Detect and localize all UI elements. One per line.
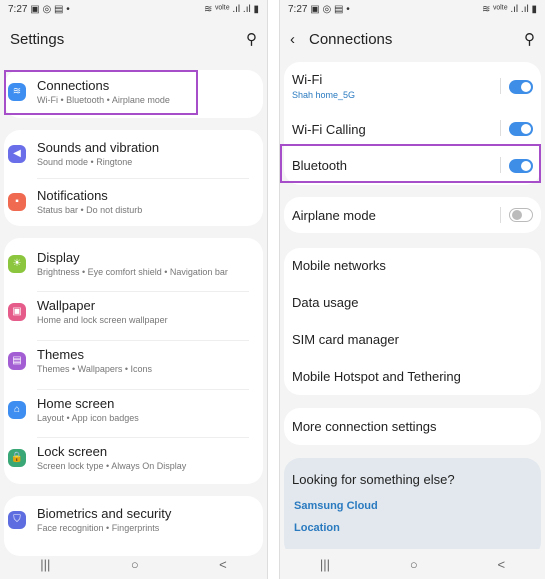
recent-apps-button[interactable]: ||| (40, 557, 50, 572)
item-subtitle: Sound mode • Ringtone (37, 157, 133, 167)
notification-icon: ▪ (8, 192, 26, 211)
nav-bar: ||| ○ < (280, 549, 545, 579)
mobile-networks-item[interactable]: Mobile networks (292, 258, 533, 273)
hotspot-tethering-item[interactable]: Mobile Hotspot and Tethering (292, 369, 533, 384)
nav-bar: ||| ○ < (0, 549, 267, 579)
settings-item-wallpaper[interactable]: ▣ Wallpaper Home and lock screen wallpaper (0, 298, 267, 325)
wifi-item[interactable]: Wi-Fi Shah home_5G (292, 72, 533, 100)
signal-icons: ≋ ᵛᵒˡᵗᵉ .ıl .ıl ▮ (203, 4, 259, 15)
wifi-calling-label: Wi-Fi Calling (292, 122, 366, 137)
recent-apps-button[interactable]: ||| (320, 557, 330, 572)
divider (37, 437, 249, 438)
item-label: Home screen (37, 396, 115, 411)
item-subtitle: Home and lock screen wallpaper (37, 315, 168, 325)
time: 7:27 (8, 4, 28, 15)
settings-item-biometrics-and-security[interactable]: ⛉ Biometrics and security Face recognition… (0, 506, 267, 533)
speaker-icon: ◀ (8, 144, 26, 163)
settings-item-notifications[interactable]: ▪ Notifications Status bar • Do not distur… (0, 188, 267, 215)
item-subtitle: Brightness • Eye comfort shield • Naviga… (37, 267, 228, 277)
back-button[interactable]: < (219, 557, 227, 572)
back-arrow-icon[interactable]: ‹ (290, 31, 295, 48)
airplane-mode-item[interactable]: Airplane mode (292, 208, 533, 223)
item-label: Biometrics and security (37, 506, 172, 521)
divider (37, 340, 249, 341)
samsung-cloud-link[interactable]: Samsung Cloud (294, 500, 378, 512)
search-icon[interactable]: ⚲ (246, 30, 257, 48)
time: 7:27 (288, 4, 308, 15)
item-label: Themes (37, 347, 84, 362)
settings-item-themes[interactable]: ▤ Themes Themes • Wallpapers • Icons (0, 347, 267, 374)
signal-icons: ≋ ᵛᵒˡᵗᵉ .ıl .ıl ▮ (481, 4, 537, 15)
sim-card-manager-item[interactable]: SIM card manager (292, 332, 533, 347)
themes-icon: ▤ (8, 351, 26, 370)
data-usage-item[interactable]: Data usage (292, 295, 533, 310)
image-icon: ▣ (8, 302, 26, 321)
status-bar: 7:27 ▣ ◎ ▤ • ≋ ᵛᵒˡᵗᵉ .ıl .ıl ▮ (288, 4, 537, 15)
settings-item-sounds-and-vibration[interactable]: ◀ Sounds and vibration Sound mode • Ringto… (0, 140, 267, 167)
highlight-box (280, 144, 541, 183)
location-link[interactable]: Location (294, 522, 340, 534)
wifi-network: Shah home_5G (292, 90, 356, 100)
airplane-label: Airplane mode (292, 208, 376, 223)
divider (37, 291, 249, 292)
more-connection-settings-item[interactable]: More connection settings (292, 419, 533, 434)
divider (37, 178, 249, 179)
wifi-label: Wi-Fi (292, 72, 323, 87)
home-icon: ⌂ (8, 400, 26, 419)
item-label: Lock screen (37, 444, 108, 459)
item-subtitle: Screen lock type • Always On Display (37, 461, 187, 471)
sun-icon: ☀ (8, 254, 26, 273)
item-subtitle: Face recognition • Fingerprints (37, 523, 160, 533)
settings-item-lock-screen[interactable]: 🔒 Lock screen Screen lock type • Always On… (0, 444, 267, 471)
divider (37, 389, 249, 390)
wifi-calling-item[interactable]: Wi-Fi Calling (292, 122, 533, 137)
item-label: Wallpaper (37, 298, 96, 313)
search-icon[interactable]: ⚲ (524, 30, 535, 48)
page-title: Connections (309, 30, 393, 48)
notification-icons: ▣ ◎ ▤ • (310, 4, 350, 15)
item-subtitle: Status bar • Do not disturb (37, 205, 143, 215)
airplane-toggle[interactable] (509, 208, 533, 222)
lock-icon: 🔒 (8, 448, 26, 467)
looking-title: Looking for something else? (292, 472, 455, 487)
connections-screen: 7:27 ▣ ◎ ▤ • ≋ ᵛᵒˡᵗᵉ .ıl .ıl ▮ ‹ Connectio… (279, 0, 545, 579)
item-subtitle: Layout • App icon badges (37, 413, 139, 423)
status-bar: 7:27 ▣ ◎ ▤ • ≋ ᵛᵒˡᵗᵉ .ıl .ıl ▮ (8, 4, 259, 15)
shield-icon: ⛉ (8, 510, 26, 529)
home-button[interactable]: ○ (131, 557, 139, 572)
notification-icons: ▣ ◎ ▤ • (30, 4, 70, 15)
home-button[interactable]: ○ (410, 557, 418, 572)
wifi-calling-toggle[interactable] (509, 122, 533, 136)
settings-item-display[interactable]: ☀ Display Brightness • Eye comfort shield … (0, 250, 267, 277)
highlight-box (4, 70, 198, 115)
item-subtitle: Themes • Wallpapers • Icons (37, 364, 153, 374)
back-button[interactable]: < (497, 557, 505, 572)
settings-screen: 7:27 ▣ ◎ ▤ • ≋ ᵛᵒˡᵗᵉ .ıl .ıl ▮ Settings ⚲ … (0, 0, 268, 579)
item-label: Notifications (37, 188, 108, 203)
page-title: Settings (10, 30, 65, 48)
item-label: Display (37, 250, 80, 265)
wifi-toggle[interactable] (509, 80, 533, 94)
item-label: Sounds and vibration (37, 140, 160, 155)
settings-item-home-screen[interactable]: ⌂ Home screen Layout • App icon badges (0, 396, 267, 423)
